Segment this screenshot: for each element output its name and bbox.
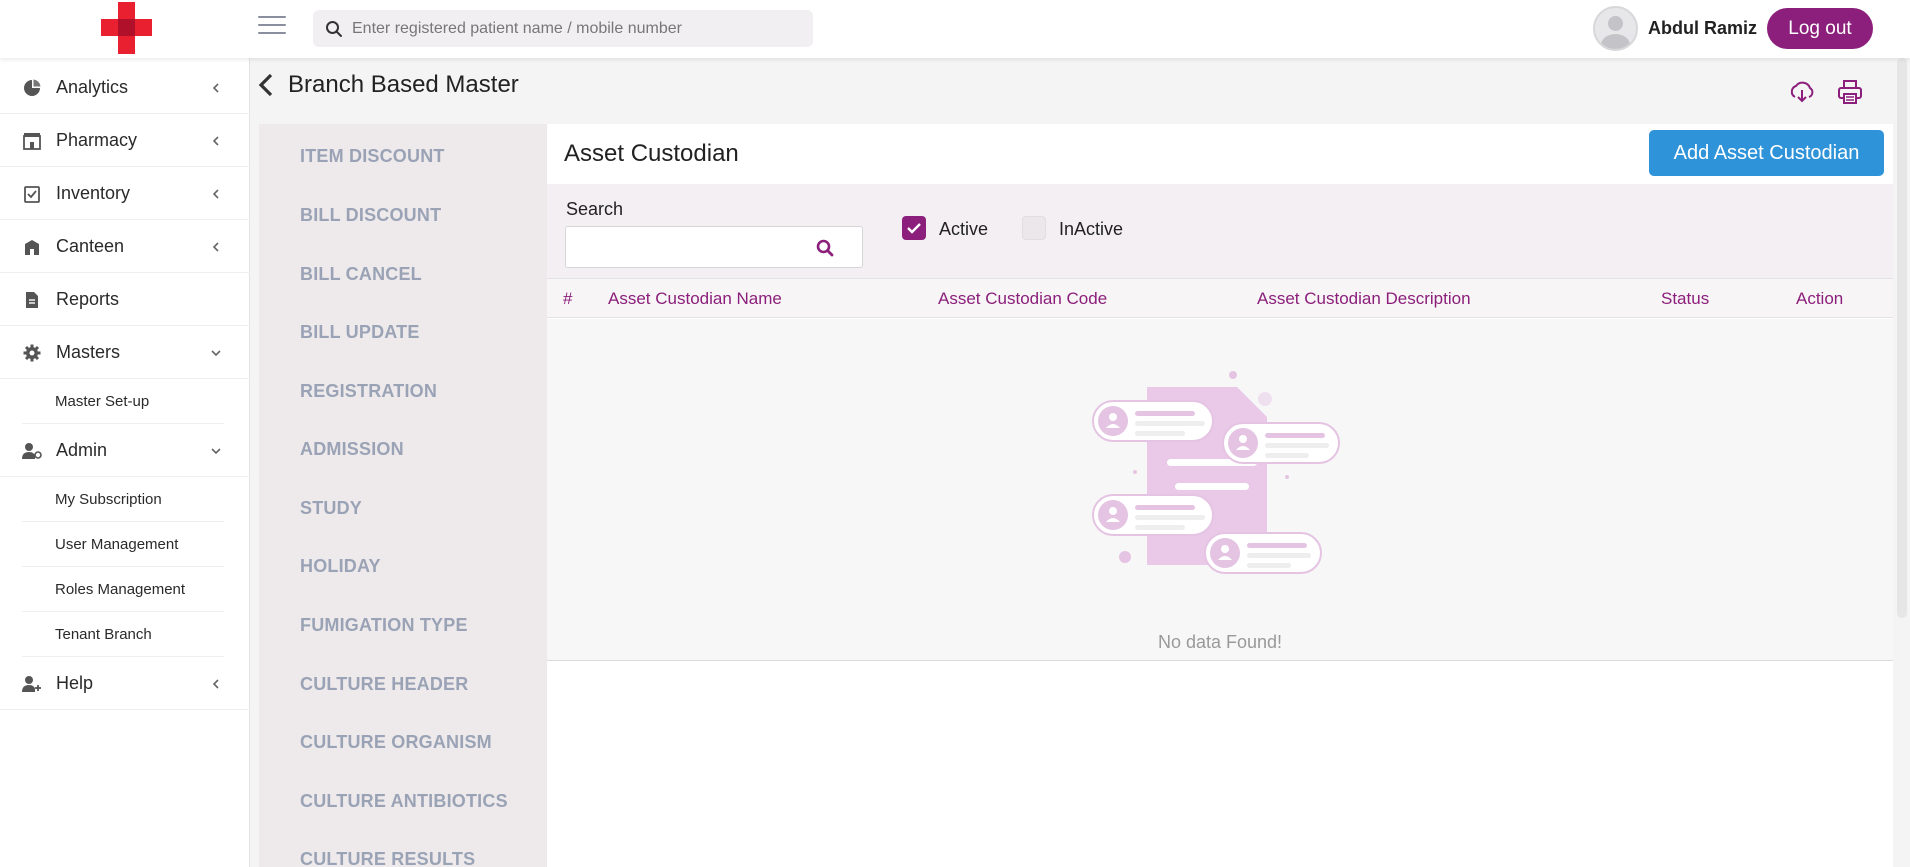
master-item-registration[interactable]: REGISTRATION [300,381,437,402]
patient-search-input[interactable] [352,19,792,38]
chevron-left-icon [212,135,219,146]
filter-bar: Search Active InActive [547,184,1893,278]
column-header-action: Action [1796,289,1844,308]
chevron-left-icon [212,678,219,689]
master-item-admission[interactable]: ADMISSION [300,439,404,460]
sidebar-item-admin[interactable]: Admin [0,425,250,477]
sidebar-item-label: Help [56,673,94,693]
sidebar-subitem-label: My Subscription [55,490,162,508]
sidebar-item-label: Canteen [56,236,125,256]
sidebar-item-label: Masters [56,342,121,362]
master-item-study[interactable]: STUDY [300,498,362,519]
master-item-bill-cancel[interactable]: BILL CANCEL [300,264,422,285]
search-icon[interactable] [815,238,835,258]
sidebar-item-label: Admin [56,440,108,460]
chevron-down-icon [211,349,221,356]
sidebar-item-label: Inventory [56,183,131,203]
avatar[interactable] [1593,6,1638,51]
search-icon [326,20,342,37]
sidebar-item-reports[interactable]: Reports [0,274,250,326]
sidebar-subitem-master-setup[interactable]: Master Set-up [22,379,224,424]
master-item-bill-update[interactable]: BILL UPDATE [300,322,420,343]
sidebar-item-inventory[interactable]: Inventory [0,168,250,220]
checkmark-icon [907,223,921,234]
sidebar-item-label: Analytics [56,77,129,97]
table-header: # Asset Custodian Name Asset Custodian C… [547,278,1893,318]
master-item-culture-results[interactable]: CULTURE RESULTS [300,849,475,867]
user-plus-icon [22,674,42,694]
pie-chart-icon [22,78,42,98]
patient-search-box [313,10,813,47]
active-checkbox[interactable] [902,216,926,240]
sidebar-item-help[interactable]: Help [0,658,250,710]
master-item-culture-organism[interactable]: CULTURE ORGANISM [300,732,492,753]
column-header-description[interactable]: Asset Custodian Description [1257,289,1471,309]
section-title: Asset Custodian [564,140,739,167]
search-input[interactable] [574,227,814,265]
sidebar-item-canteen[interactable]: Canteen [0,221,250,273]
empty-state: No data Found! [547,319,1893,661]
chevron-left-icon [212,82,219,93]
sidebar-subitem-label: Tenant Branch [55,625,152,643]
inactive-checkbox[interactable] [1022,216,1046,240]
logout-button[interactable]: Log out [1767,8,1873,49]
active-checkbox-label[interactable]: Active [939,219,988,240]
pharmacy-store-icon [22,131,42,151]
master-item-culture-header[interactable]: CULTURE HEADER [300,674,468,695]
page-title: Branch Based Master [288,71,519,98]
empty-state-message: No data Found! [1157,632,1283,652]
sidebar-item-masters[interactable]: Masters [0,327,250,379]
master-list-panel: ITEM DISCOUNT BILL DISCOUNT BILL CANCEL … [259,124,547,867]
chevron-left-icon[interactable] [258,73,274,97]
printer-icon[interactable] [1836,78,1864,106]
chevron-down-icon [211,447,221,454]
master-item-fumigation-type[interactable]: FUMIGATION TYPE [300,615,468,636]
sidebar-subitem-roles-management[interactable]: Roles Management [22,567,224,612]
column-header-code[interactable]: Asset Custodian Code [938,289,1107,309]
column-header-index: # [563,289,573,308]
username: Abdul Ramiz [1648,18,1758,38]
sidebar-item-label: Pharmacy [56,130,138,150]
column-header-status[interactable]: Status [1661,289,1709,309]
sidebar-subitem-label: User Management [55,535,179,553]
master-item-bill-discount[interactable]: BILL DISCOUNT [300,205,441,226]
hamburger-menu-icon[interactable] [258,16,286,38]
content-header: Asset Custodian Add Asset Custodian [547,124,1893,184]
download-cloud-icon[interactable] [1788,78,1816,106]
master-item-culture-antibiotics[interactable]: CULTURE ANTIBIOTICS [300,791,508,812]
master-item-item-discount[interactable]: ITEM DISCOUNT [300,146,445,167]
chevron-left-icon [212,188,219,199]
sidebar-subitem-my-subscription[interactable]: My Subscription [22,477,224,522]
sidebar: Analytics Pharmacy Inventory Canteen Rep… [0,58,250,867]
building-icon [22,237,42,257]
document-icon [22,290,42,310]
sidebar-item-analytics[interactable]: Analytics [0,62,250,114]
top-bar: Abdul Ramiz Log out [0,0,1910,58]
content-panel: Asset Custodian Add Asset Custodian Sear… [547,124,1893,867]
master-item-holiday[interactable]: HOLIDAY [300,556,381,577]
page-scrollbar[interactable] [1897,58,1907,618]
chevron-left-icon [212,241,219,252]
user-gear-icon [22,441,42,461]
search-label: Search [566,199,624,219]
gear-icon [22,343,42,363]
sidebar-subitem-tenant-branch[interactable]: Tenant Branch [22,612,224,657]
search-field [565,226,863,268]
sidebar-subitem-label: Roles Management [55,580,186,598]
sidebar-subitem-label: Master Set-up [55,392,150,410]
column-header-name[interactable]: Asset Custodian Name [608,289,782,309]
sidebar-item-pharmacy[interactable]: Pharmacy [0,115,250,167]
empty-data-illustration [1092,371,1340,574]
add-asset-custodian-button[interactable]: Add Asset Custodian [1649,130,1884,176]
inactive-checkbox-label[interactable]: InActive [1059,219,1123,240]
logo-cross-icon[interactable] [101,2,152,54]
clipboard-check-icon [22,184,42,204]
sidebar-item-label: Reports [56,289,120,309]
back-navigation[interactable]: Branch Based Master [258,68,519,102]
sidebar-subitem-user-management[interactable]: User Management [22,522,224,567]
